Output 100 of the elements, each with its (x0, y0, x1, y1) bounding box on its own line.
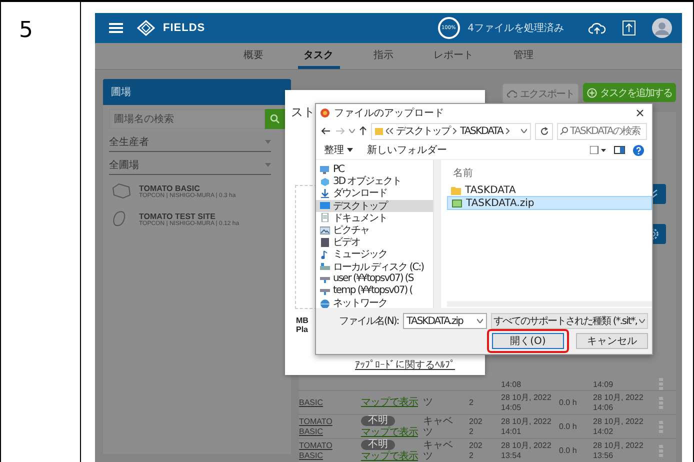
scrollbar[interactable] (433, 160, 440, 308)
search-field[interactable]: 圃場名の検索 (109, 109, 265, 129)
search-icon (270, 114, 280, 124)
upload-icon[interactable] (622, 20, 636, 36)
nav-tab[interactable]: 管理 (508, 43, 540, 69)
caret-icon[interactable] (349, 129, 355, 133)
plus-circle-icon (587, 88, 597, 98)
field-name[interactable]: TOMATO BASIC (139, 184, 236, 192)
field-name[interactable]: TOMATO TEST SITE (139, 212, 240, 220)
desktop-icon (320, 201, 330, 210)
cube-icon (320, 176, 330, 186)
refresh-button[interactable] (535, 122, 553, 140)
year-cell-text: 2022 (469, 440, 484, 460)
start-time-cell: 28 10月, 2022 14:01 (501, 416, 552, 436)
breadcrumb-item[interactable]: TASKDATA (460, 126, 503, 136)
search-button[interactable] (265, 109, 285, 129)
cloud-icon (507, 88, 517, 98)
caret-icon (265, 163, 271, 167)
menu-icon[interactable] (109, 22, 123, 34)
file-item[interactable]: TASKDATA.zip (447, 196, 652, 210)
video-icon (320, 238, 330, 247)
duration-cell: 0.0 h (559, 446, 577, 454)
year-cell-text: 2 (469, 398, 474, 408)
duration-cell: 0.0 h (559, 422, 577, 430)
open-button[interactable]: 開く(O) (492, 333, 564, 349)
nav-tab[interactable]: レポート (428, 43, 480, 69)
organize-menu[interactable]: 整理 (324, 143, 353, 157)
filter-dropdown[interactable]: 全生産者 (109, 133, 271, 152)
caret-icon (639, 319, 645, 323)
nav-pane-item[interactable]: ネットワーク (316, 297, 433, 308)
dialog-title: ファイルのアップロード (334, 106, 444, 120)
folder-icon (375, 127, 383, 135)
file-name-field[interactable]: TASKDATA.zip (402, 313, 487, 329)
column-header[interactable]: 名前 (447, 160, 652, 184)
nav-tab[interactable]: 概要 (238, 43, 270, 69)
cloud-upload-icon[interactable] (588, 21, 606, 35)
file-type-dropdown[interactable]: すべてのサポートされた種類 (*.sit*, (490, 313, 648, 329)
nav-pane-item[interactable]: ダウンロード (316, 187, 433, 200)
nav-pane-item[interactable]: temp (¥¥topsv07) ( (316, 284, 433, 298)
disk-icon (320, 262, 330, 272)
start-time-cell: 28 10月, 2022 13:54 (501, 440, 552, 460)
help-link[interactable]: ｱｯﾌﾟﾛｰﾄﾞに関するﾍﾙﾌﾟ (355, 358, 455, 372)
refresh-icon (540, 126, 548, 136)
status-badge: 不明 (361, 416, 395, 426)
help-icon[interactable] (633, 144, 644, 156)
new-folder-button[interactable]: 新しいフォルダー (367, 143, 447, 157)
music-icon (320, 250, 330, 259)
network-icon (320, 298, 330, 308)
app-title: FIELDS (163, 22, 206, 34)
size-note: MB (296, 316, 308, 325)
preview-pane-icon[interactable] (614, 146, 625, 154)
view-options-icon[interactable] (590, 146, 606, 154)
nav-pane-item[interactable]: ローカル ディスク (C:) (316, 260, 433, 273)
status-badge: 不明 (361, 440, 395, 450)
end-time-cell: 28 10月, 2022 14:06 (593, 392, 644, 412)
file-item[interactable]: TASKDATA (447, 184, 652, 196)
close-icon[interactable] (636, 108, 644, 116)
task-name-link[interactable]: TOMATO BASIC (299, 416, 339, 436)
netdrive-icon (320, 286, 330, 296)
duration-cell: 0.0 h (559, 398, 577, 406)
nav-tab[interactable]: 指示 (368, 43, 400, 69)
breadcrumb-item[interactable]: デスクトップ (396, 124, 450, 138)
nav-pane-item[interactable]: ミュージック (316, 248, 433, 260)
nav-pane-item[interactable]: PC (316, 163, 433, 176)
chevron-icon (453, 128, 457, 134)
zip-icon (452, 198, 462, 208)
end-time-cell: 14:09 (593, 380, 614, 389)
address-bar[interactable]: デスクトップ TASKDATA (371, 122, 531, 140)
nav-pane-item[interactable]: ドキュメント (316, 212, 433, 224)
year-cell-text: 2022 (469, 416, 484, 436)
step-number: 5 (19, 18, 34, 44)
task-name-link[interactable]: BASIC (299, 398, 339, 408)
plan-note: Pla (296, 325, 308, 334)
caret-icon (347, 148, 353, 152)
sidebar-title: 圃場 (103, 79, 291, 105)
nav-tab[interactable]: タスク (298, 43, 340, 69)
scrollbar[interactable] (447, 301, 652, 307)
back-arrow-icon[interactable] (321, 127, 331, 135)
nav-pane-item[interactable]: ビデオ (316, 236, 433, 248)
nav-pane-item[interactable]: user (¥¥topsv07) (S (316, 272, 433, 285)
picture-icon (320, 226, 330, 235)
field-outline-icon (111, 182, 131, 200)
end-time-cell: 28 10月, 2022 14:02 (593, 416, 644, 436)
nav-pane-item[interactable]: デスクトップ (316, 200, 433, 212)
file-name-label: ファイル名(N): (338, 315, 399, 328)
nav-pane-item[interactable]: ピクチャ (316, 224, 433, 236)
filter-dropdown[interactable]: 全圃場 (109, 156, 271, 175)
cancel-button[interactable]: キャンセル (576, 333, 648, 349)
nav-pane-item[interactable]: 3D オブジェクト (316, 175, 433, 188)
download-icon (320, 188, 330, 198)
start-time-cell: 14:08 (501, 380, 522, 389)
pc-icon (320, 164, 330, 174)
crop-cell-text: ツ (423, 397, 434, 408)
processing-status: 4ファイルを処理済み (468, 22, 564, 35)
crop-cell-text: キャベツ (423, 440, 454, 462)
caret-icon (265, 140, 271, 144)
avatar-icon[interactable] (652, 18, 672, 38)
task-name-link[interactable]: TOMATO BASIC (299, 440, 339, 460)
browser-icon (320, 108, 330, 118)
up-arrow-icon[interactable] (359, 126, 367, 136)
